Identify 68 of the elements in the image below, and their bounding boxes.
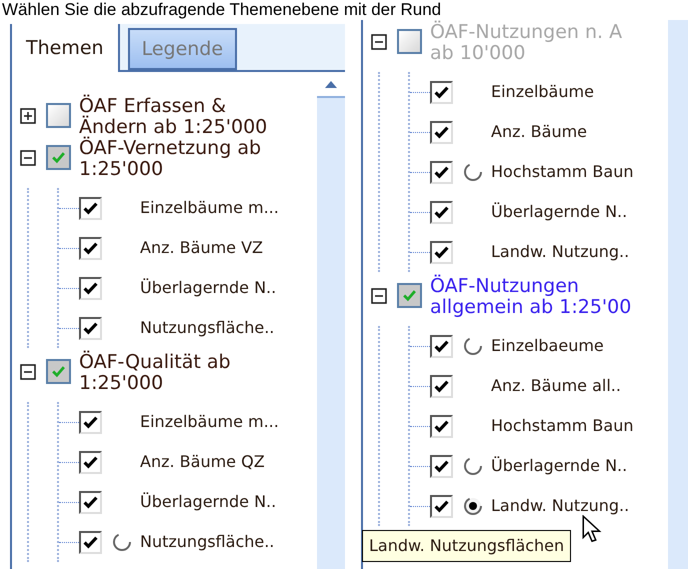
checkbox[interactable] — [397, 283, 422, 308]
group-label[interactable]: ÖAF Erfassen & Ändern ab 1:25'000 — [79, 96, 268, 138]
checkbox[interactable] — [430, 414, 453, 438]
instruction-text: Wählen Sie die abzufragende Themenebene mit der Rund — [2, 0, 442, 20]
group-label[interactable]: ÖAF-Nutzungen allgemein ab 1:25'00 — [430, 276, 632, 318]
layer-label[interactable]: Hochstamm Baun — [491, 414, 634, 438]
radio-button[interactable] — [463, 496, 483, 516]
tooltip: Landw. Nutzungsflächen — [362, 530, 572, 562]
layer-label[interactable]: Einzelbäume m... — [140, 410, 279, 434]
group-label[interactable]: ÖAF-Qualität ab 1:25'000 — [79, 352, 231, 394]
checkbox[interactable] — [79, 196, 102, 220]
collapse-icon[interactable] — [20, 150, 36, 166]
checkbox[interactable] — [79, 276, 102, 300]
checkbox[interactable] — [430, 454, 453, 478]
tab[interactable]: Themen — [12, 24, 120, 72]
check-icon — [83, 536, 98, 548]
check-icon — [434, 126, 449, 138]
check-icon — [83, 456, 98, 468]
check-icon — [434, 460, 449, 472]
layer-label[interactable]: Nutzungsfläche.. — [140, 530, 274, 554]
check-icon — [434, 206, 449, 218]
layer-label[interactable]: Überlagernde N.. — [491, 454, 628, 478]
radio-button[interactable] — [463, 456, 483, 476]
layer-label[interactable]: Überlagernde N.. — [140, 490, 276, 514]
collapse-icon[interactable] — [371, 288, 387, 304]
check-icon — [83, 242, 98, 254]
checkbox[interactable] — [430, 334, 453, 358]
group-label[interactable]: ÖAF-Vernetzung ab 1:25'000 — [79, 138, 262, 180]
checkbox[interactable] — [430, 374, 453, 398]
collapse-icon[interactable] — [20, 364, 36, 380]
checkbox[interactable] — [430, 494, 453, 518]
layer-label[interactable]: Einzelbäume m... — [140, 196, 279, 220]
check-icon — [434, 380, 449, 392]
check-icon — [434, 246, 449, 258]
checkbox[interactable] — [79, 410, 102, 434]
cursor-icon — [582, 515, 602, 545]
checkbox[interactable] — [79, 450, 102, 474]
radio-button[interactable] — [112, 532, 132, 552]
radio-button[interactable] — [463, 336, 483, 356]
check-icon — [83, 416, 98, 428]
check-icon — [83, 322, 98, 334]
layer-label[interactable]: Überlagernde N.. — [140, 276, 276, 300]
check-icon — [83, 496, 98, 508]
layer-label[interactable]: Anz. Bäume QZ — [140, 450, 265, 474]
check-icon — [434, 500, 449, 512]
checkbox[interactable] — [79, 316, 102, 340]
checkbox[interactable] — [79, 236, 102, 260]
checkbox[interactable] — [46, 359, 71, 384]
check-icon — [83, 202, 98, 214]
expand-icon[interactable] — [20, 108, 36, 124]
layer-label[interactable]: Anz. Bäume all.. — [491, 374, 621, 398]
check-icon — [434, 340, 449, 352]
scroll-up-icon[interactable] — [325, 80, 337, 88]
check-icon — [51, 365, 66, 378]
checkbox[interactable] — [46, 145, 71, 170]
layer-label[interactable]: Einzelbaeume — [491, 334, 604, 358]
layer-label[interactable]: Landw. Nutzung.. — [491, 494, 630, 518]
check-icon — [434, 420, 449, 432]
layer-label[interactable]: Anz. Bäume VZ — [140, 236, 263, 260]
check-icon — [83, 282, 98, 294]
checkbox[interactable] — [46, 103, 71, 128]
check-icon — [51, 151, 66, 164]
checkbox[interactable] — [79, 490, 102, 514]
check-icon — [402, 289, 417, 302]
check-icon — [434, 166, 449, 178]
layer-label[interactable]: Nutzungsfläche.. — [140, 316, 274, 340]
checkbox[interactable] — [79, 530, 102, 554]
check-icon — [434, 86, 449, 98]
